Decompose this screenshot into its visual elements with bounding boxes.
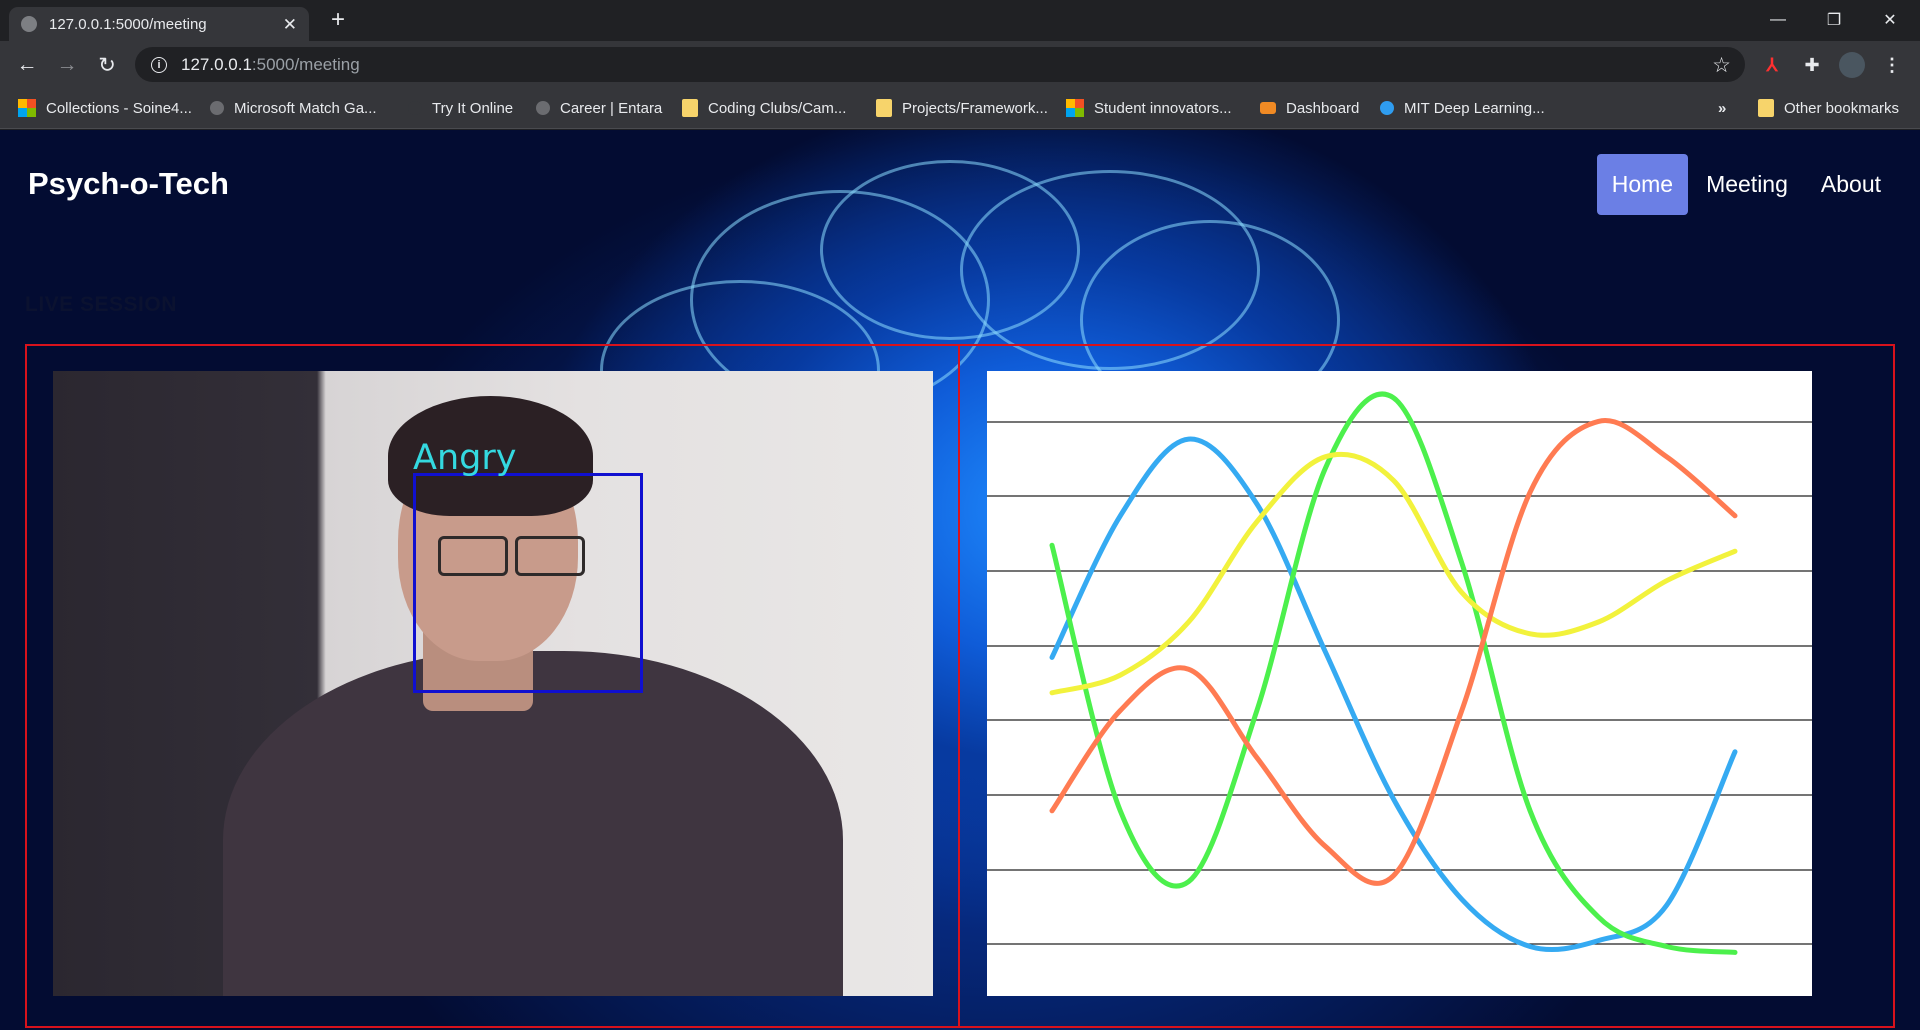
line-chart: [987, 391, 1812, 955]
microsoft-icon: [18, 99, 36, 117]
nav-about[interactable]: About: [1806, 154, 1896, 215]
folder-icon: [1758, 99, 1774, 117]
tab-title: 127.0.0.1:5000/meeting: [49, 15, 207, 33]
menu-kebab-icon[interactable]: ⋮: [1878, 51, 1906, 79]
site-brand[interactable]: Psych-o-Tech: [28, 166, 229, 202]
browser-toolbar: ← → ↻ i 127.0.0.1:5000/meeting ☆ ⅄ ✚ ⋮: [0, 41, 1920, 88]
info-icon[interactable]: i: [151, 56, 167, 73]
close-window-icon[interactable]: ✕: [1862, 0, 1918, 40]
restore-icon[interactable]: ❐: [1806, 0, 1862, 40]
bookmark-item[interactable]: Projects/Framework...: [876, 88, 1048, 128]
face-detection-box: [413, 473, 643, 693]
bookmark-item[interactable]: Student innovators...: [1066, 88, 1232, 128]
microsoft-icon: [1066, 99, 1084, 117]
bookmark-item[interactable]: Coding Clubs/Cam...: [682, 88, 846, 128]
url-text: 127.0.0.1:5000/meeting: [181, 54, 360, 74]
bookmark-item[interactable]: Microsoft Match Ga...: [210, 88, 377, 128]
browser-tab[interactable]: 127.0.0.1:5000/meeting ✕: [9, 7, 309, 41]
folder-icon: [876, 99, 892, 117]
site-nav: Home Meeting About: [1594, 154, 1896, 215]
minimize-icon[interactable]: —: [1750, 0, 1806, 40]
extensions-puzzle-icon[interactable]: ✚: [1798, 51, 1826, 79]
bookmark-item[interactable]: Try It Online: [408, 88, 513, 128]
webcam-feed: Angry: [53, 371, 933, 996]
folder-icon: [682, 99, 698, 117]
graph-panel: [958, 344, 1895, 1028]
page-content: Psych-o-Tech Home Meeting About LIVE SES…: [0, 130, 1920, 1030]
pdf-extension-icon[interactable]: ⅄: [1758, 51, 1786, 79]
other-bookmarks[interactable]: Other bookmarks: [1758, 88, 1899, 128]
back-arrow-icon[interactable]: ←: [12, 50, 42, 80]
bookmarks-bar: Collections - Soine4... Microsoft Match …: [0, 88, 1920, 129]
profile-avatar[interactable]: [1838, 51, 1866, 79]
bookmark-item[interactable]: Dashboard: [1260, 88, 1359, 128]
nav-meeting[interactable]: Meeting: [1691, 154, 1803, 215]
series-line-3: [1049, 451, 1738, 696]
network-icon: [1380, 101, 1394, 115]
globe-icon: [21, 16, 37, 32]
bookmark-icon: [408, 101, 422, 115]
section-title: LIVE SESSION: [25, 293, 177, 316]
new-tab-button[interactable]: +: [326, 7, 350, 33]
video-panel: Angry: [25, 344, 960, 1028]
forward-arrow-icon[interactable]: →: [52, 50, 82, 80]
bookmark-item[interactable]: Career | Entara: [536, 88, 662, 128]
person-body: [223, 651, 843, 996]
close-tab-icon[interactable]: ✕: [283, 16, 297, 33]
address-bar[interactable]: i 127.0.0.1:5000/meeting ☆: [135, 47, 1745, 82]
bookmarks-overflow-button[interactable]: »: [1718, 88, 1726, 128]
bookmark-item[interactable]: MIT Deep Learning...: [1380, 88, 1545, 128]
nav-home[interactable]: Home: [1596, 154, 1689, 215]
bookmark-icon: [210, 101, 224, 115]
emotion-graph: [987, 371, 1812, 996]
emotion-label: Angry: [413, 438, 517, 478]
bookmark-star-icon[interactable]: ☆: [1712, 53, 1731, 78]
browser-tab-strip: 127.0.0.1:5000/meeting ✕ + — ❐ ✕: [0, 0, 1920, 41]
bookmark-icon: [536, 101, 550, 115]
dashboard-icon: [1260, 102, 1276, 114]
reload-icon[interactable]: ↻: [92, 50, 122, 80]
bookmark-item[interactable]: Collections - Soine4...: [18, 88, 192, 128]
